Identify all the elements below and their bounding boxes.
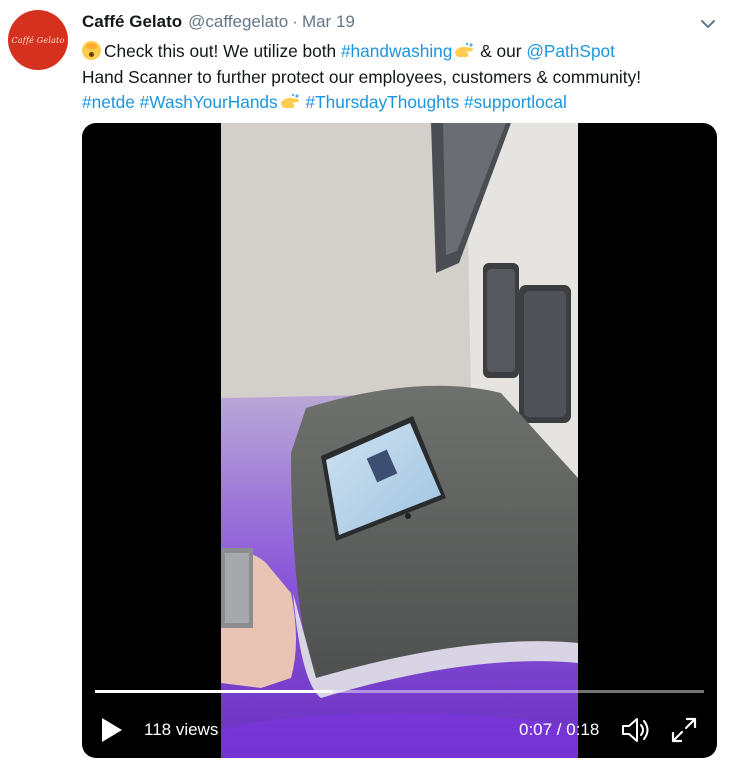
avatar-logo-text: Caffé Gelato xyxy=(11,35,65,45)
hashtag-washyourhands[interactable]: #WashYourHands xyxy=(140,92,278,112)
header-separator: · xyxy=(292,12,298,31)
progress-fill xyxy=(95,690,332,693)
text-segment: Check this out! We utilize both xyxy=(104,41,341,61)
avatar[interactable]: Caffé Gelato xyxy=(8,10,68,70)
tweet-text-line-3: #netde #WashYourHands #ThursdayThoughts … xyxy=(82,90,722,116)
washing-hands-emoji xyxy=(280,93,299,108)
washing-hands-emoji xyxy=(455,42,474,57)
author-handle[interactable]: @caffegelato xyxy=(188,12,288,32)
text-segment: & our xyxy=(475,41,527,61)
hashtag-thursdaythoughts[interactable]: #ThursdayThoughts xyxy=(306,92,460,112)
tweet-text: Check this out! We utilize both #handwas… xyxy=(82,39,722,116)
tweet-header: Caffé Gelato @caffegelato · Mar 19 xyxy=(82,12,355,34)
chevron-down-icon[interactable] xyxy=(698,14,718,34)
video-player[interactable]: 118 views 0:07 / 0:18 xyxy=(82,123,717,758)
mention-pathspot[interactable]: @PathSpot xyxy=(526,41,615,61)
video-controls: 118 views 0:07 / 0:18 xyxy=(82,703,717,758)
volume-icon[interactable] xyxy=(620,716,652,744)
tweet-card[interactable]: Caffé Gelato Caffé Gelato @caffegelato ·… xyxy=(0,0,735,765)
view-count: 118 views xyxy=(144,720,219,739)
hashtag-supportlocal[interactable]: #supportlocal xyxy=(464,92,567,112)
tweet-text-line-1: Check this out! We utilize both #handwas… xyxy=(82,39,722,65)
video-frame xyxy=(221,123,578,758)
time-display: 0:07 / 0:18 xyxy=(519,720,600,739)
hashtag-handwashing[interactable]: #handwashing xyxy=(341,41,452,61)
author-name[interactable]: Caffé Gelato xyxy=(82,12,182,32)
tweet-text-line-2: Hand Scanner to further protect our empl… xyxy=(82,66,642,87)
play-icon[interactable] xyxy=(100,717,124,743)
progress-bar[interactable] xyxy=(95,690,704,693)
exploding-head-emoji xyxy=(82,41,101,60)
tweet-date[interactable]: Mar 19 xyxy=(302,12,355,32)
fullscreen-icon[interactable] xyxy=(670,716,698,744)
hashtag-netde[interactable]: #netde xyxy=(82,92,135,112)
